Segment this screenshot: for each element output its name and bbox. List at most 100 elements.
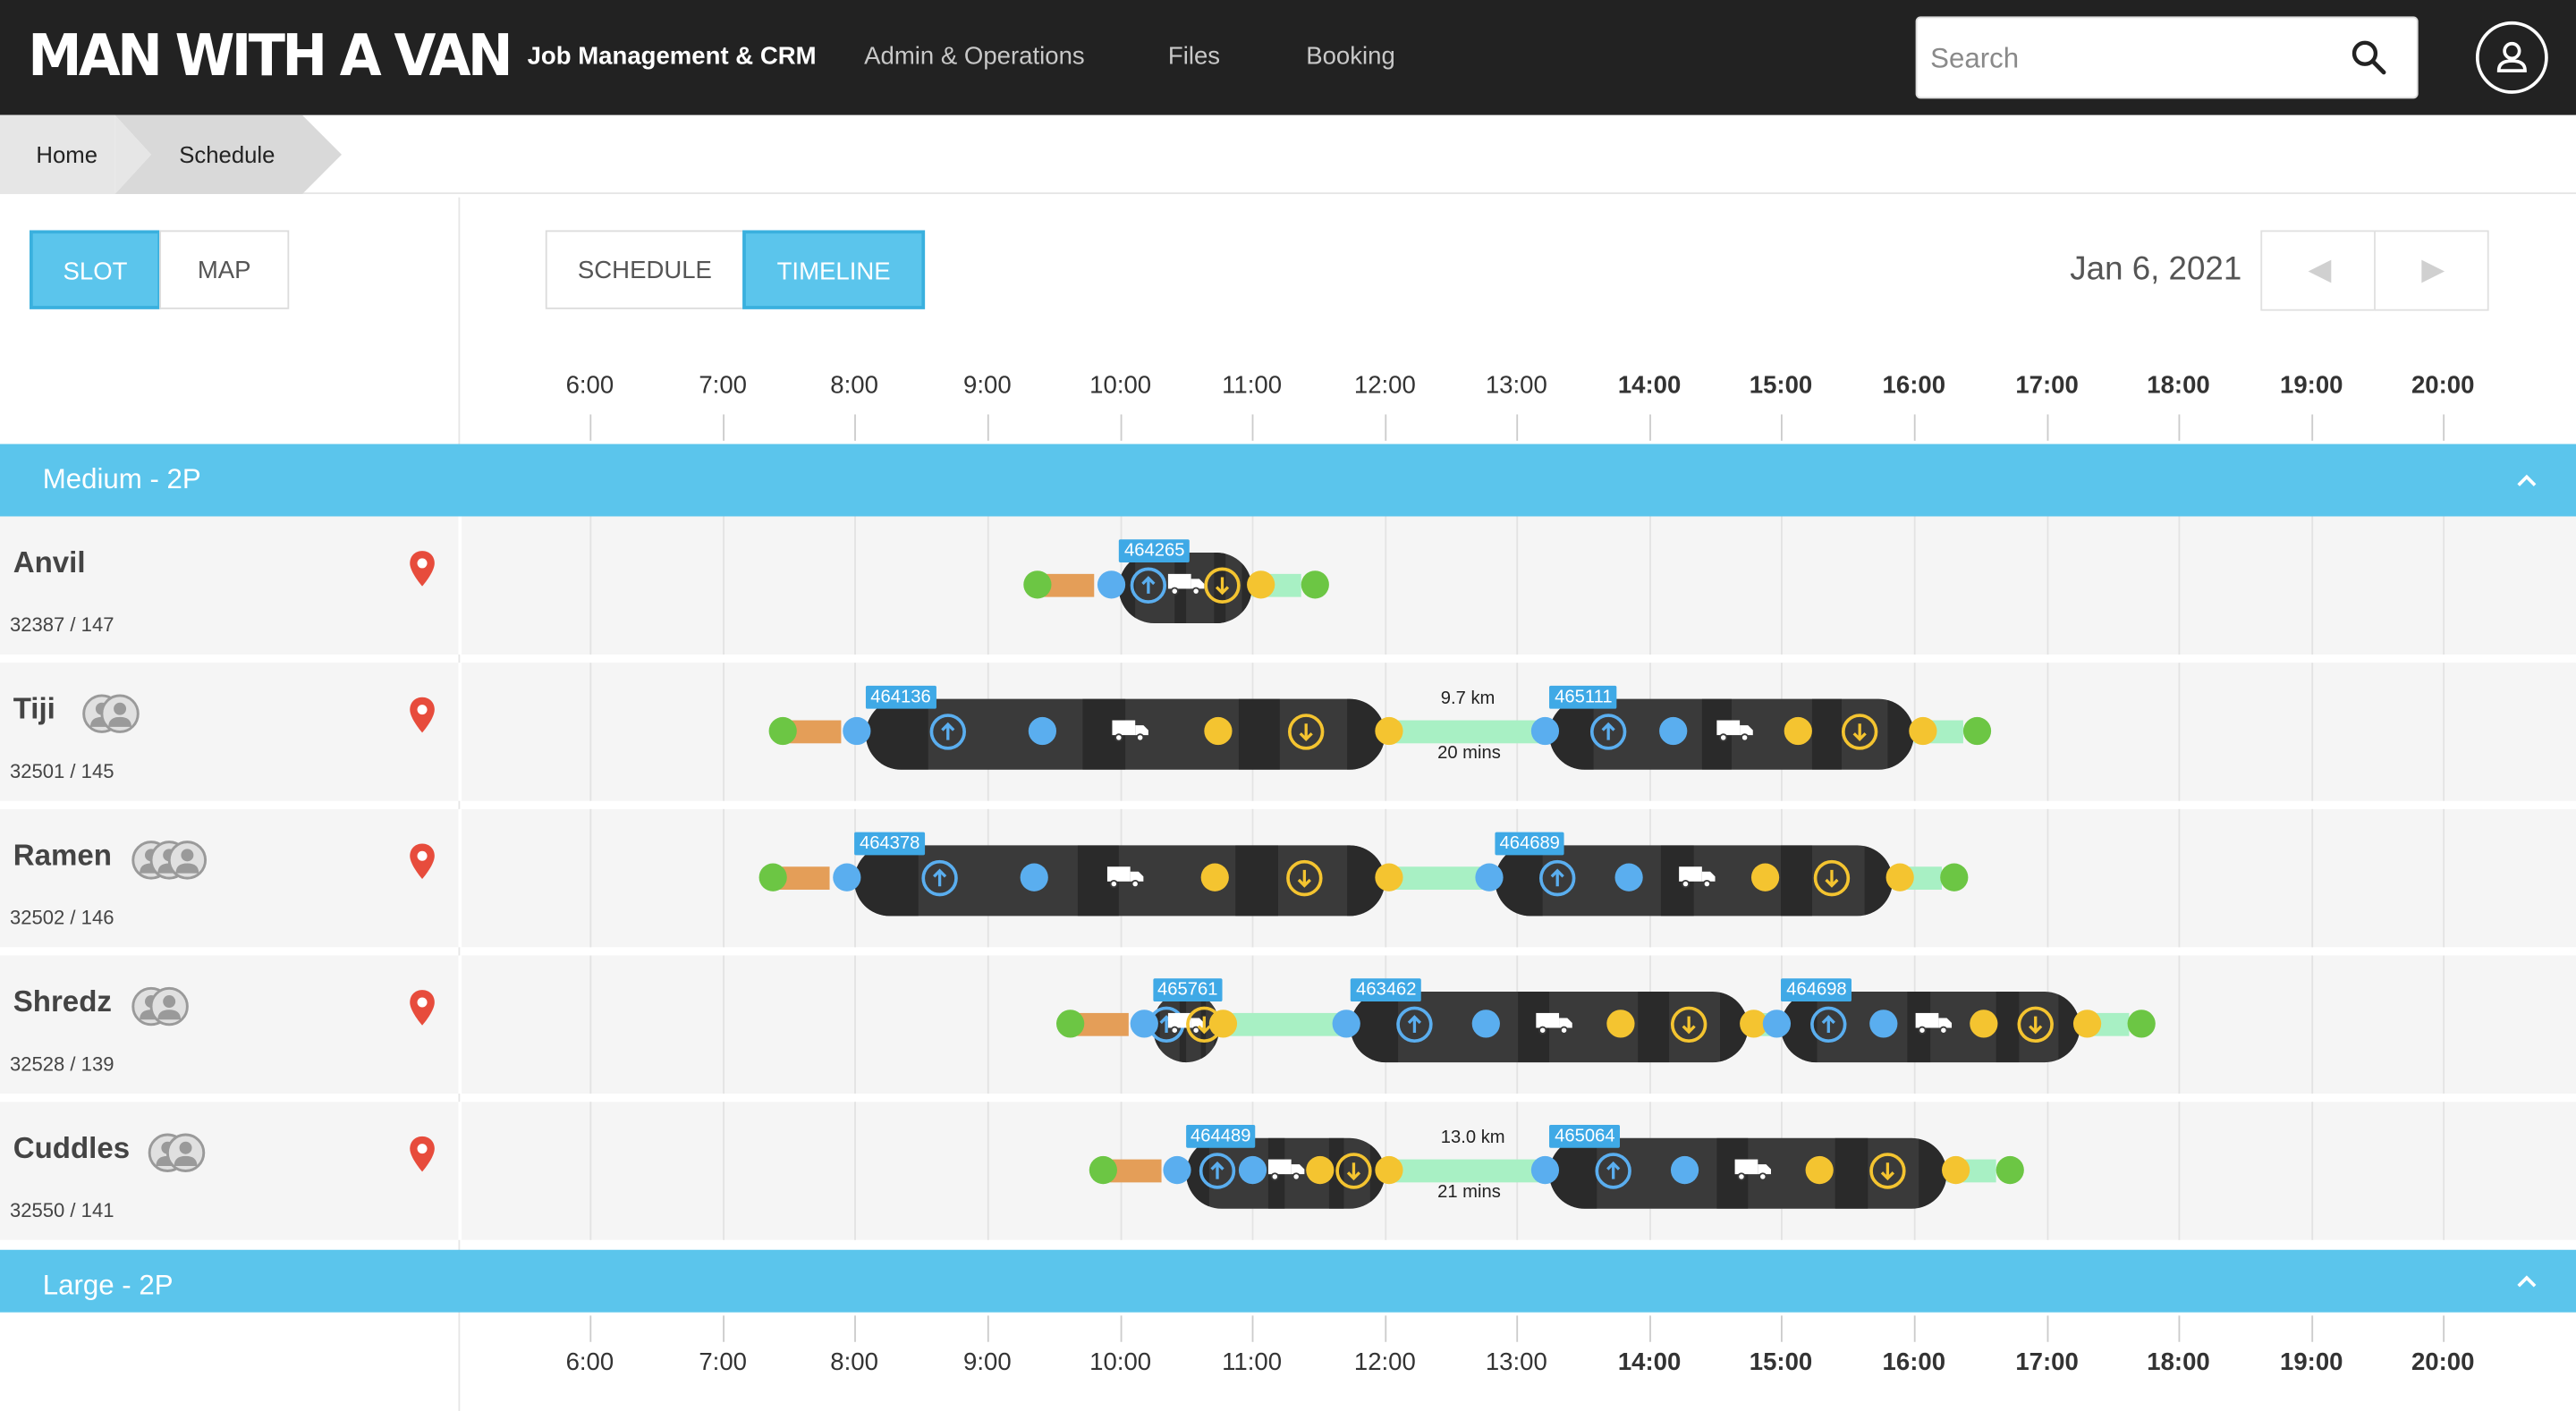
location-pin-icon[interactable] bbox=[408, 696, 437, 735]
job-id-badge[interactable]: 464689 bbox=[1494, 832, 1565, 856]
depot-pickup-point[interactable] bbox=[832, 863, 860, 891]
travel-segment bbox=[1384, 1159, 1550, 1183]
job-shading bbox=[1235, 845, 1279, 917]
location-pin-icon[interactable] bbox=[408, 842, 437, 882]
dropoff-icon[interactable] bbox=[1841, 714, 1877, 750]
end-point[interactable] bbox=[1962, 716, 1991, 746]
next-day-button[interactable] bbox=[2374, 230, 2489, 311]
crew-member-icon bbox=[167, 841, 208, 880]
resource-name[interactable]: Anvil bbox=[13, 546, 86, 581]
depot-dropoff-point[interactable] bbox=[1908, 716, 1936, 746]
pickup-icon[interactable] bbox=[1396, 1006, 1433, 1043]
start-point[interactable] bbox=[1056, 1010, 1085, 1038]
depot-pickup-point[interactable] bbox=[1130, 1010, 1158, 1038]
dropoff-point[interactable] bbox=[1375, 863, 1403, 891]
resource-name[interactable]: Shredz bbox=[13, 985, 112, 1020]
dropoff-point[interactable] bbox=[1204, 716, 1233, 746]
dropoff-point[interactable] bbox=[1783, 716, 1812, 746]
dropoff-point[interactable] bbox=[1200, 863, 1229, 891]
dropoff-icon[interactable] bbox=[2016, 1006, 2054, 1043]
dropoff-icon[interactable] bbox=[1868, 1153, 1906, 1189]
search-icon[interactable] bbox=[2351, 39, 2386, 75]
selected-date: Jan 6, 2021 bbox=[2070, 251, 2242, 288]
user-account-button[interactable] bbox=[2475, 21, 2548, 94]
resource-name[interactable]: Ramen bbox=[13, 839, 112, 874]
breadcrumb-home-label[interactable]: Home bbox=[36, 141, 97, 167]
job-id-badge[interactable]: 464698 bbox=[1781, 978, 1852, 1002]
end-point[interactable] bbox=[1940, 863, 1969, 891]
dropoff-icon[interactable] bbox=[1670, 1006, 1707, 1043]
job-id-badge[interactable]: 464136 bbox=[865, 685, 936, 709]
dropoff-point[interactable] bbox=[1375, 1155, 1403, 1185]
group-header-large[interactable]: Large - 2P bbox=[0, 1249, 2576, 1313]
timeline-mode-button[interactable]: TIMELINE bbox=[742, 230, 926, 309]
location-pin-icon[interactable] bbox=[408, 549, 437, 588]
slot-view-button[interactable]: SLOT bbox=[30, 230, 161, 309]
pickup-point[interactable] bbox=[1332, 1010, 1360, 1038]
pickup-point[interactable] bbox=[1530, 716, 1559, 746]
pickup-icon[interactable] bbox=[1199, 1153, 1236, 1189]
pickup-icon[interactable] bbox=[1595, 1153, 1631, 1189]
chevron-up-icon[interactable] bbox=[2513, 1268, 2539, 1294]
time-label: 16:00 bbox=[1882, 371, 1946, 400]
job-shading bbox=[1780, 845, 1813, 917]
search-input[interactable] bbox=[1930, 38, 2325, 81]
pickup-point[interactable] bbox=[1530, 1155, 1559, 1185]
nav-job-management[interactable]: Job Management & CRM bbox=[528, 43, 817, 71]
gridline bbox=[987, 1102, 989, 1240]
pickup-point[interactable] bbox=[1671, 1155, 1699, 1185]
gridline bbox=[1781, 516, 1783, 655]
nav-files[interactable]: Files bbox=[1168, 43, 1220, 71]
location-pin-icon[interactable] bbox=[408, 1135, 437, 1174]
pickup-point[interactable] bbox=[1028, 716, 1056, 746]
time-label: 14:00 bbox=[1617, 371, 1682, 400]
time-label: 18:00 bbox=[2147, 371, 2210, 400]
gridline bbox=[854, 1102, 856, 1240]
resource-name[interactable]: Tiji bbox=[13, 692, 55, 727]
pickup-point[interactable] bbox=[1868, 1010, 1897, 1038]
travel-segment bbox=[1384, 720, 1550, 744]
left-panel-divider bbox=[458, 663, 462, 801]
group-header-medium[interactable]: Medium - 2P bbox=[0, 444, 2576, 517]
gridline bbox=[987, 516, 989, 655]
gridline bbox=[2178, 808, 2181, 948]
job-shading bbox=[1835, 1137, 1868, 1209]
previous-day-button[interactable] bbox=[2260, 230, 2376, 311]
schedule-mode-button[interactable]: SCHEDULE bbox=[545, 230, 745, 309]
depot-dropoff-point[interactable] bbox=[1885, 863, 1914, 891]
depot-pickup-point[interactable] bbox=[1097, 570, 1125, 599]
map-view-button[interactable]: MAP bbox=[159, 230, 290, 309]
resource-name[interactable]: Cuddles bbox=[13, 1131, 130, 1166]
resource-code: 32387 / 147 bbox=[10, 613, 114, 637]
job-id-badge[interactable]: 465064 bbox=[1549, 1124, 1621, 1148]
pickup-icon[interactable] bbox=[921, 859, 958, 897]
gridline bbox=[1913, 516, 1916, 655]
depot-dropoff-point[interactable] bbox=[1941, 1155, 1970, 1185]
pickup-point[interactable] bbox=[1762, 1010, 1791, 1038]
dropoff-point[interactable] bbox=[1375, 716, 1403, 746]
nav-booking[interactable]: Booking bbox=[1306, 43, 1395, 71]
chevron-up-icon[interactable] bbox=[2513, 467, 2539, 493]
dropoff-point[interactable] bbox=[1750, 863, 1779, 891]
gridline bbox=[723, 663, 724, 801]
start-point[interactable] bbox=[1023, 570, 1052, 599]
end-point[interactable] bbox=[1300, 570, 1328, 599]
gridline bbox=[854, 955, 856, 1094]
job-id-badge[interactable]: 463462 bbox=[1351, 978, 1422, 1002]
job-id-badge[interactable]: 465111 bbox=[1549, 685, 1618, 709]
depot-dropoff-point[interactable] bbox=[1246, 570, 1275, 599]
time-label: 12:00 bbox=[1353, 371, 1416, 400]
location-pin-icon[interactable] bbox=[408, 988, 437, 1027]
job-id-badge[interactable]: 464265 bbox=[1119, 539, 1190, 562]
brand-logo[interactable]: MAN WITH A VAN bbox=[28, 21, 513, 89]
end-point[interactable] bbox=[1995, 1155, 2024, 1185]
breadcrumb-schedule-label[interactable]: Schedule bbox=[179, 141, 275, 167]
pickup-icon[interactable] bbox=[1589, 714, 1627, 750]
job-id-badge[interactable]: 465761 bbox=[1152, 978, 1224, 1002]
end-point[interactable] bbox=[2128, 1010, 2157, 1038]
job-id-badge[interactable]: 464489 bbox=[1185, 1124, 1257, 1148]
start-point[interactable] bbox=[758, 863, 787, 891]
nav-admin-operations[interactable]: Admin & Operations bbox=[864, 43, 1085, 71]
job-id-badge[interactable]: 464378 bbox=[854, 832, 925, 856]
pickup-icon[interactable] bbox=[1130, 567, 1167, 604]
